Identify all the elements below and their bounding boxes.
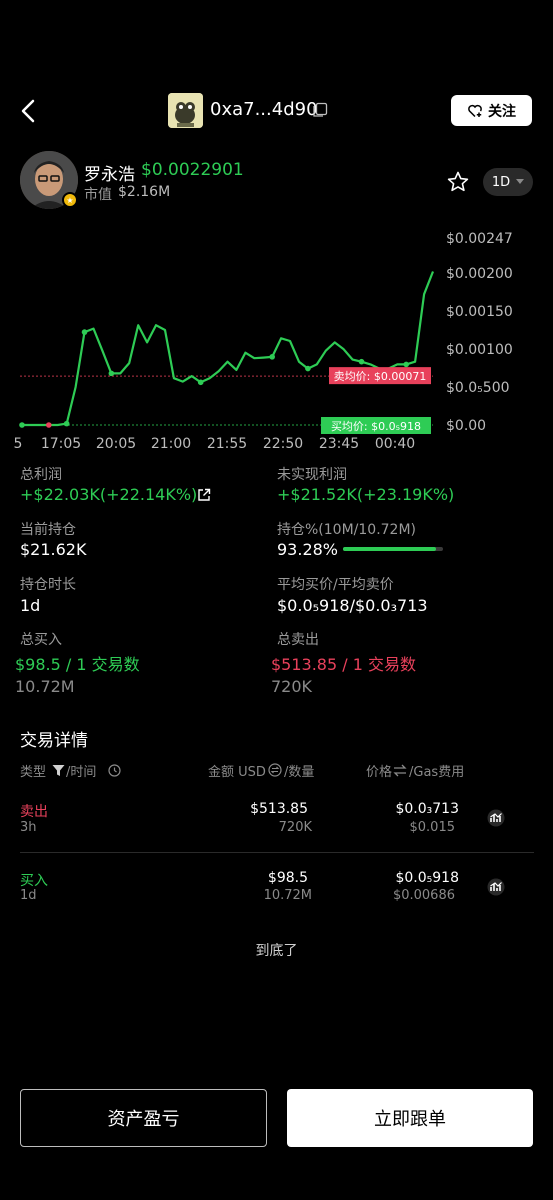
y-tick-label: $0.00247 [446,231,513,247]
trade-point [305,365,311,372]
y-tick-label: $0.00 [446,418,486,434]
timeframe-value: 1D [491,174,511,190]
trade-chart-icon[interactable] [487,809,505,827]
trade-time: 1d [20,888,37,903]
holding-label: 当前持仓 [20,522,76,538]
row-divider [20,852,534,853]
x-tick-label: 5 [14,436,23,452]
caret-down-icon [516,179,525,184]
col-time-label: /时间 [66,765,97,780]
trade-qty: 10.72M [263,888,312,903]
token-price: $0.0022901 [141,160,244,180]
x-tick-label: 23:45 [319,436,359,452]
token-logo [168,93,203,128]
duration-value: 1d [20,596,41,615]
trade-point [403,361,409,368]
external-link-icon[interactable] [197,487,211,501]
total-buy-amount: 10.72M [15,677,75,696]
follow-button[interactable]: 关注 [451,95,532,126]
verified-badge-icon: ★ [62,192,78,208]
sell-avg-label: 卖均价: $0.00071 [329,367,431,385]
trade-point [81,329,88,335]
col-amount-label: 金额 USD [208,765,266,780]
trade-gas: $0.00686 [392,888,455,903]
timeframe-select[interactable]: 1D [483,168,533,196]
clock-icon[interactable] [108,762,121,777]
trader-name: 罗永浩 [84,165,135,185]
total-sell-amount: 720K [271,677,313,696]
x-tick-label: 20:05 [96,436,136,452]
trade-point [19,422,25,428]
follow-label: 关注 [488,103,516,120]
trade-point [108,370,115,377]
y-tick-label: $0.00200 [446,266,513,282]
filter-icon[interactable] [52,762,65,776]
trade-point [46,422,52,428]
trade-gas: $0.015 [409,820,456,835]
pnl-button-label: 资产盈亏 [107,1109,180,1130]
x-tick-label: 00:40 [375,436,415,452]
y-tick-label: $0.0₅500 [446,380,510,396]
chevron-left-icon [21,99,35,123]
trade-point [63,420,70,427]
avg-price-value: $0.0₅918/$0.0₃713 [277,596,428,615]
avg-price-label: 平均买价/平均卖价 [277,577,394,593]
trade-qty: 720K [278,820,312,835]
price-chart[interactable]: 卖均价: $0.00071买均价: $0.0₅918$0.00247$0.002… [0,225,553,455]
trade-price: $0.0₃713 [395,801,459,817]
trade-point [197,379,204,386]
col-gas-label: /Gas费用 [409,765,465,780]
copy-icon[interactable] [312,102,328,118]
market-cap-value: $2.16M [118,184,171,200]
buy-avg-label: 买均价: $0.0₅918 [321,417,431,434]
heart-plus-icon [468,104,482,117]
copy-trade-button-label: 立即跟单 [374,1109,446,1130]
trade-amount: $513.85 [250,801,308,817]
total-sell-label: 总卖出 [277,632,319,648]
holding-pct-value: 93.28% [277,540,339,559]
trade-chart-icon[interactable] [487,878,505,896]
trade-type: 买入 [20,873,48,889]
col-type-label: 类型 [20,765,47,780]
market-cap-label: 市值 [84,187,112,203]
holding-progress-fill [343,547,437,551]
trade-point [358,358,365,365]
currency-swap-icon[interactable] [268,762,282,777]
star-icon[interactable] [446,170,470,194]
trade-type: 卖出 [20,804,48,820]
trade-details-title: 交易详情 [20,731,88,751]
holding-value: $21.62K [20,540,87,559]
total-buy-label: 总买入 [20,632,62,648]
svg-text:买均价: $0.0₅918: 买均价: $0.0₅918 [331,420,421,433]
trade-time: 3h [20,820,37,835]
total-profit-value: +$22.03K(+22.14K%) [20,485,198,504]
col-price-label: 价格 [366,765,393,780]
x-tick-label: 17:05 [41,436,81,452]
wallet-address: 0xa7...4d90 [210,99,318,120]
holding-pct-label: 持仓%(10M/10.72M) [277,522,416,538]
copy-trade-button[interactable]: 立即跟单 [287,1089,533,1147]
trade-point [269,354,275,360]
x-tick-label: 21:55 [207,436,247,452]
unrealized-profit-label: 未实现利润 [277,467,347,483]
svg-text:卖均价: $0.00071: 卖均价: $0.00071 [334,370,427,383]
x-tick-label: 22:50 [263,436,303,452]
price-line [22,271,435,427]
trade-amount: $98.5 [267,870,308,886]
total-profit-label: 总利润 [20,467,62,483]
unrealized-profit-value: +$21.52K(+23.19K%) [277,485,455,504]
x-tick-label: 21:00 [151,436,191,452]
end-of-list-text: 到底了 [255,943,298,959]
total-sell-value: $513.85 / 1 交易数 [271,655,416,674]
holding-progress-bar [343,547,443,551]
trade-price: $0.0₅918 [395,870,459,886]
total-buy-value: $98.5 / 1 交易数 [15,655,140,674]
swap-arrows-icon[interactable] [393,762,407,777]
back-button[interactable] [14,96,44,126]
y-tick-label: $0.00150 [446,304,513,320]
y-tick-label: $0.00100 [446,342,513,358]
col-qty-label: /数量 [284,765,315,780]
pnl-button[interactable]: 资产盈亏 [20,1089,267,1147]
duration-label: 持仓时长 [20,577,76,593]
